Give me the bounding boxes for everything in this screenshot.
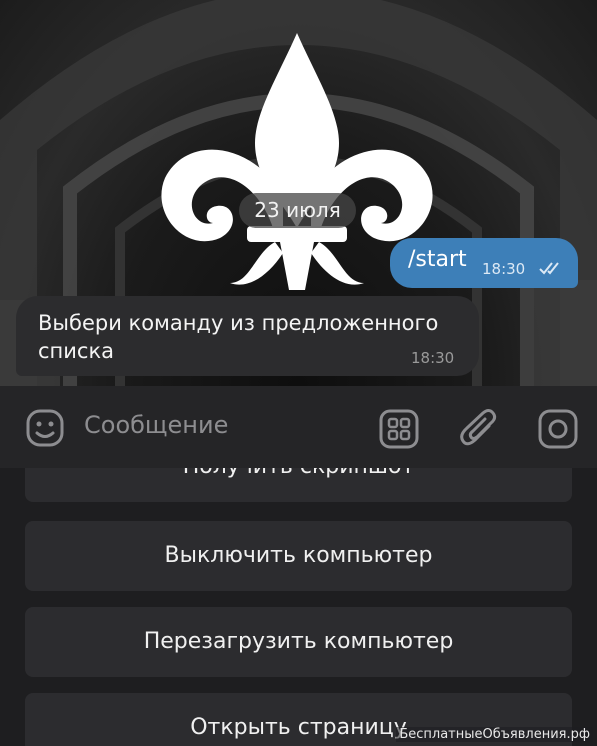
keyboard-button-restart[interactable]: Перезагрузить компьютер	[25, 607, 572, 677]
attach-icon[interactable]	[459, 408, 499, 450]
emoji-icon[interactable]	[25, 408, 65, 448]
camera-icon[interactable]	[538, 409, 578, 449]
bot-reply-keyboard: Получить скриншот Выключить компьютер Пе…	[0, 468, 597, 746]
message-time: 18:30	[411, 349, 455, 367]
message-text: /start	[408, 247, 467, 272]
double-check-icon	[539, 262, 559, 275]
bot-keyboard-icon[interactable]	[379, 409, 419, 449]
message-composer: Сообщение	[0, 386, 597, 468]
message-text: Выбери команду из предложенного списка	[38, 311, 439, 363]
keyboard-button-shutdown[interactable]: Выключить компьютер	[25, 521, 572, 591]
keyboard-button-screenshot[interactable]: Получить скриншот	[25, 468, 572, 502]
date-separator: 23 июля	[239, 193, 356, 228]
outgoing-message[interactable]: /start 18:30	[390, 238, 578, 288]
message-time: 18:30	[482, 260, 526, 278]
message-input[interactable]: Сообщение	[84, 411, 228, 439]
watermark: БесплатныеОбъявления.рф	[396, 727, 593, 742]
chat-background: 23 июля /start 18:30 Выбери команду из п…	[0, 0, 597, 386]
incoming-message[interactable]: Выбери команду из предложенного списка 1…	[16, 296, 479, 376]
